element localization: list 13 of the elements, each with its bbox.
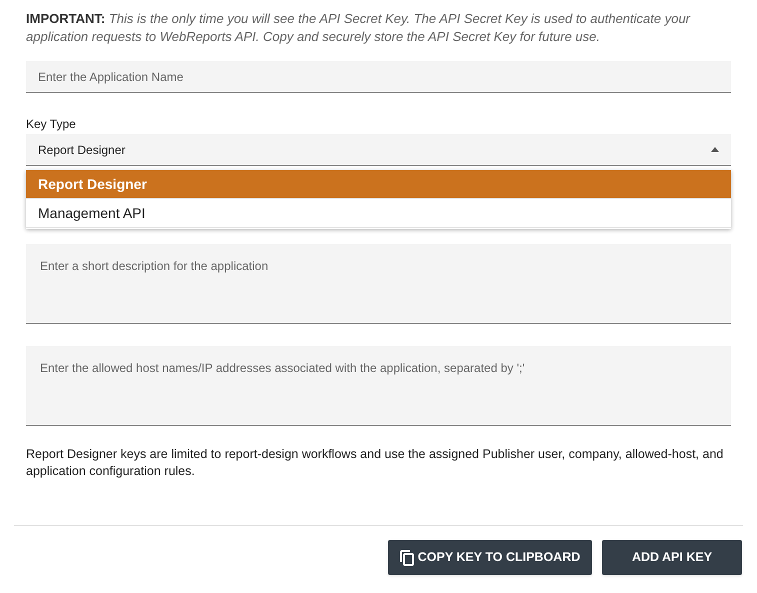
copy-icon <box>400 550 414 566</box>
allowed-hosts-field[interactable]: Enter the allowed host names/IP addresses associated with the application, separated by ';' <box>26 346 731 426</box>
dropdown-option[interactable]: Report Designer <box>26 170 731 199</box>
important-notice: IMPORTANT: This is the only time you will see the API Secret Key. The API Secret Key is used to authenticate your application requests to WebReports API. Copy and securely store the API Secret Key for future use. <box>26 10 692 46</box>
application-name-field[interactable]: Enter the Application Name <box>26 61 731 93</box>
copy-key-button[interactable]: COPY KEY TO CLIPBOARD <box>388 540 592 575</box>
key-type-select[interactable]: Report Designer <box>26 134 731 166</box>
add-api-key-button[interactable]: ADD API KEY <box>602 540 742 575</box>
key-type-info: Report Designer keys are limited to report-design workflows and use the assigned Publisher user, company, allowed-host, and application configuration rules. <box>26 446 724 480</box>
caret-icon <box>711 147 719 152</box>
dropdown-option[interactable]: Management API <box>26 199 731 228</box>
description-field[interactable]: Enter a short description for the application <box>26 244 731 324</box>
key-type-label: Key Type <box>26 116 77 132</box>
